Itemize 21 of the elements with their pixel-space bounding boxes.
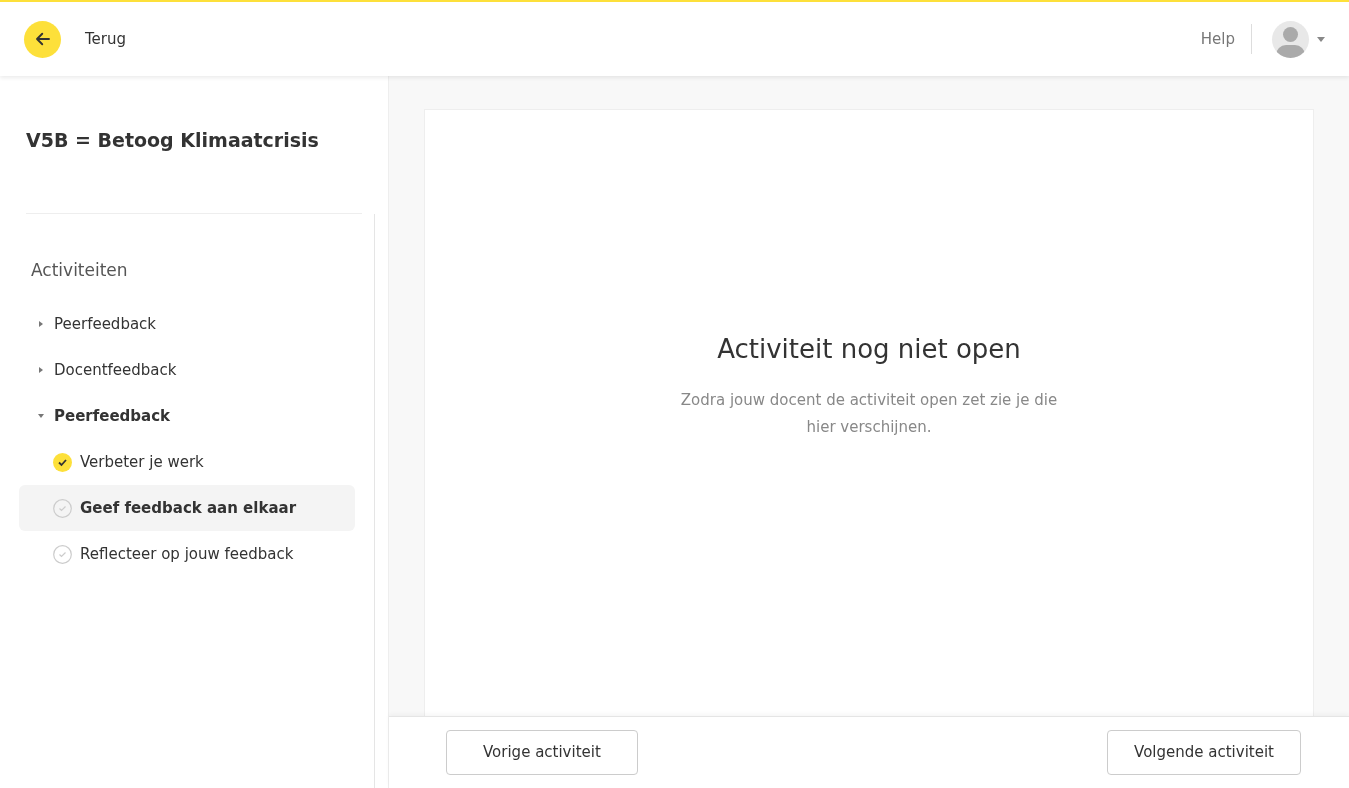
next-button[interactable]: Volgende activiteit <box>1107 730 1301 775</box>
course-title: V5B = Betoog Klimaatcrisis <box>26 128 320 153</box>
activity-item[interactable]: Verbeter je werk <box>19 439 355 485</box>
activity-group[interactable]: Docentfeedback <box>19 347 177 393</box>
activity-group[interactable]: Peerfeedback <box>19 301 157 347</box>
caret-icon <box>38 321 44 327</box>
back-arrow-icon <box>33 30 52 48</box>
back-label[interactable]: Terug <box>85 27 127 51</box>
help-link[interactable]: Help <box>1200 27 1235 51</box>
caret-icon <box>38 413 44 419</box>
caret-icon <box>38 367 44 373</box>
section-title: Activiteiten <box>31 259 128 280</box>
activity-item[interactable]: Geef feedback aan elkaar <box>19 485 355 531</box>
back-button[interactable] <box>24 20 61 58</box>
activity-group[interactable]: Peerfeedback <box>19 393 171 439</box>
caret-icon[interactable] <box>1317 36 1325 42</box>
empty-state-message: Zodra jouw docent de activiteit open zet zie je die hier verschijnen. <box>679 390 1059 438</box>
avatar-icon[interactable] <box>1272 20 1309 58</box>
activity-item[interactable]: Reflecteer op jouw feedback <box>19 531 355 577</box>
previous-button[interactable]: Vorige activiteit <box>446 730 638 775</box>
empty-state-heading: Activiteit nog niet open <box>717 333 1021 366</box>
